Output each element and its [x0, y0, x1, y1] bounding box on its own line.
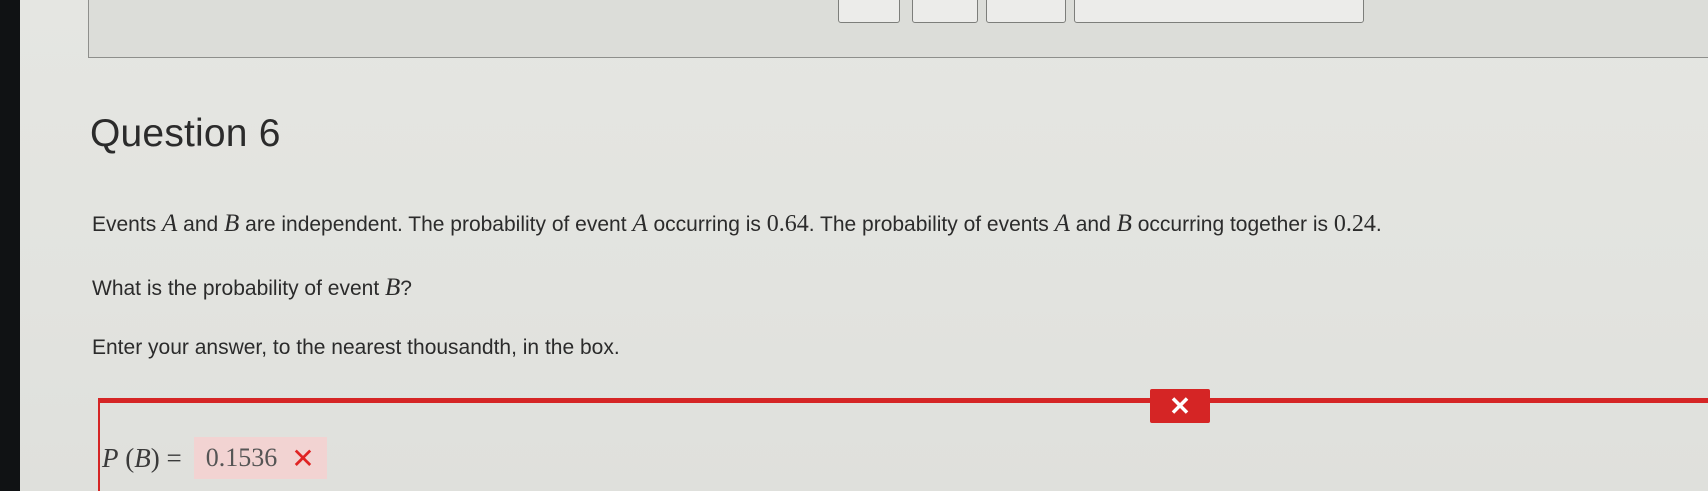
- answer-area-border: [98, 398, 100, 491]
- close-icon: ✕: [291, 441, 315, 475]
- question-stem: Events A and B are independent. The prob…: [92, 210, 1382, 237]
- answer-choice-1[interactable]: [838, 0, 900, 23]
- answer-choice-3[interactable]: [986, 0, 1066, 23]
- answer-input[interactable]: 0.1536 ✕: [193, 437, 327, 479]
- incorrect-status-bar: [98, 398, 1708, 403]
- answer-row: P (B) = 0.1536 ✕: [102, 436, 327, 480]
- question-prompt: What is the probability of event B?: [92, 274, 412, 301]
- question-title: Question 6: [90, 112, 281, 155]
- incorrect-status-badge: ✕: [1150, 389, 1210, 423]
- answer-choice-4[interactable]: [1074, 0, 1364, 23]
- screen: Question 6 Events A and B are independen…: [20, 0, 1708, 491]
- answer-value: 0.1536: [205, 443, 278, 472]
- close-icon: ✕: [1169, 391, 1191, 421]
- answer-choice-2[interactable]: [912, 0, 978, 23]
- question-instruction: Enter your answer, to the nearest thousa…: [92, 336, 620, 359]
- answer-label: P (B) =: [102, 442, 182, 473]
